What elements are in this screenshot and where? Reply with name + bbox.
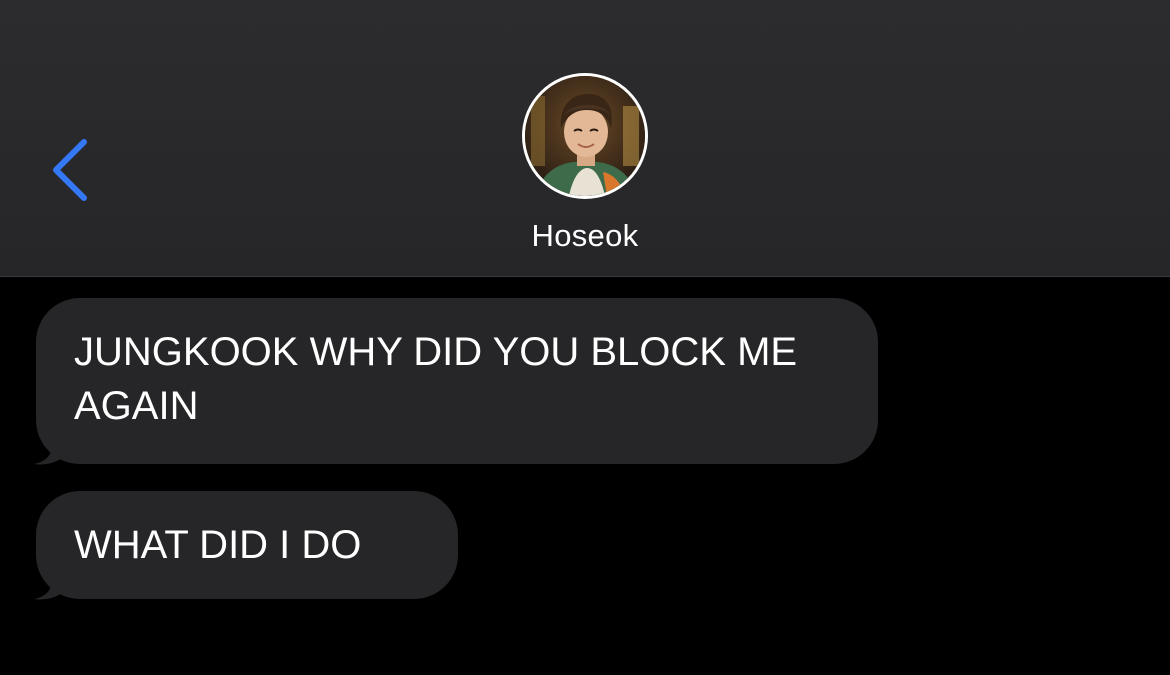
contact-photo — [525, 76, 645, 196]
contact-avatar[interactable] — [522, 73, 648, 199]
message-text: JUNGKOOK WHY DID YOU BLOCK ME AGAIN — [74, 330, 798, 428]
message-row: WHAT DID I DO — [34, 491, 458, 600]
contact-name[interactable]: Hoseok — [0, 218, 1170, 254]
chevron-left-icon — [53, 139, 87, 201]
message-row: JUNGKOOK WHY DID YOU BLOCK ME AGAIN — [34, 298, 878, 465]
message-text: WHAT DID I DO — [74, 523, 362, 567]
incoming-message-bubble[interactable]: WHAT DID I DO — [36, 491, 458, 599]
incoming-message-bubble[interactable]: JUNGKOOK WHY DID YOU BLOCK ME AGAIN — [36, 298, 878, 464]
message-list: JUNGKOOK WHY DID YOU BLOCK ME AGAIN WHAT… — [0, 277, 1170, 675]
back-button[interactable] — [40, 130, 100, 210]
conversation-header: Hoseok — [0, 0, 1170, 277]
messages-screen: Hoseok JUNGKOOK WHY DID YOU BLOCK ME AGA… — [0, 0, 1170, 675]
